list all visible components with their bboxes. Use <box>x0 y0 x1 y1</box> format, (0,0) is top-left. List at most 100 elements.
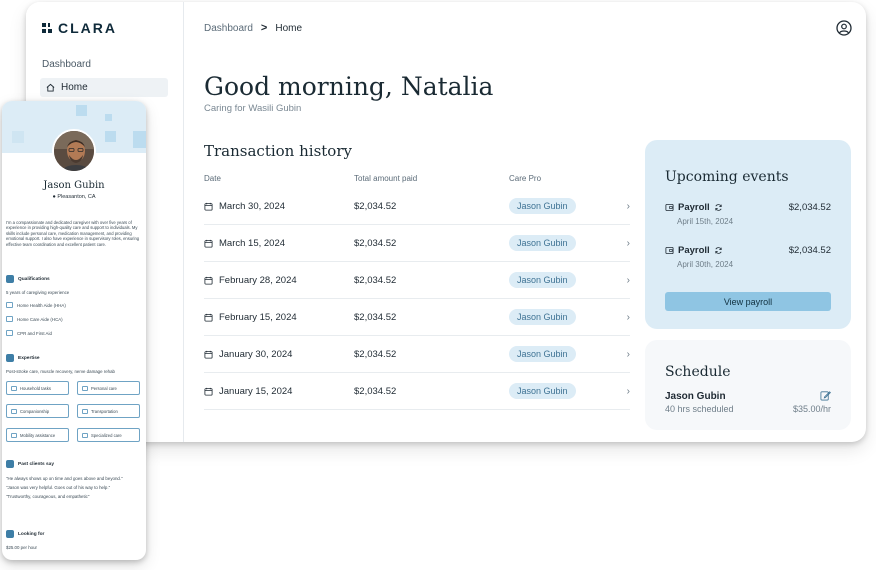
dashboard-window: CLARA Dashboard Home Dashboard > Home Go… <box>26 2 866 442</box>
schedule-rate: $35.00/hr <box>792 404 831 414</box>
cell-date: February 28, 2024 <box>204 275 354 286</box>
schedule-card: Schedule Jason Gubin 40 hrs scheduled $3… <box>645 340 851 430</box>
care-pro-profile-card: Jason Gubin ● Pleasanton, CA I'm a compa… <box>2 101 146 560</box>
cell-care-pro: Jason Gubin <box>509 309 619 325</box>
care-pro-pill[interactable]: Jason Gubin <box>509 272 576 288</box>
household-icon <box>11 385 17 391</box>
column-header-date: Date <box>204 174 221 183</box>
column-header-amount: Total amount paid <box>354 174 418 183</box>
table-row[interactable]: March 30, 2024 $2,034.52 Jason Gubin › <box>204 188 630 225</box>
cell-care-pro: Jason Gubin <box>509 272 619 288</box>
profile-bio: I'm a compassionate and dedicated caregi… <box>6 220 140 247</box>
chevron-right-icon[interactable]: › <box>619 275 630 286</box>
calendar-icon <box>204 202 213 211</box>
chevron-right-icon[interactable]: › <box>619 349 630 360</box>
chevron-right-icon[interactable]: › <box>619 201 630 212</box>
home-icon <box>46 83 55 92</box>
cell-amount: $2,034.52 <box>354 237 397 249</box>
banner-decoration <box>105 114 112 121</box>
qualification-item: CPR and First Aid <box>6 330 52 336</box>
cell-amount: $2,034.52 <box>354 385 397 397</box>
chevron-right-icon[interactable]: › <box>619 312 630 323</box>
banner-decoration <box>76 105 87 116</box>
cell-amount: $2,034.52 <box>354 311 397 323</box>
breadcrumb-current: Home <box>275 22 303 34</box>
event-name: Payroll <box>678 202 710 213</box>
user-circle-icon[interactable] <box>836 20 852 36</box>
cell-amount: $2,034.52 <box>354 274 397 286</box>
breadcrumb-parent[interactable]: Dashboard <box>204 23 253 34</box>
companionship-icon <box>11 408 17 414</box>
transaction-table: Date Total amount paid Care Pro March 30… <box>204 174 630 410</box>
event-date: April 15th, 2024 <box>677 217 734 226</box>
star-icon <box>6 460 14 468</box>
location-pin-icon: ● <box>52 194 56 200</box>
qualifications-heading: Qualifications <box>6 275 50 283</box>
event-item[interactable]: Payroll $2,034.52 April 15th, 2024 <box>665 202 831 226</box>
avatar <box>52 129 96 173</box>
brand-logo[interactable]: CLARA <box>42 20 117 36</box>
table-body: March 30, 2024 $2,034.52 Jason Gubin › March… <box>204 188 630 410</box>
home-icon <box>6 302 13 308</box>
testimonial-quote: "Jason was very helpful. Goes out of his… <box>6 485 111 490</box>
expertise-summary: Post-stroke care, muscle recovery, nerve… <box>6 369 115 374</box>
table-row[interactable]: March 15, 2024 $2,034.52 Jason Gubin › <box>204 225 630 262</box>
table-row[interactable]: February 28, 2024 $2,034.52 Jason Gubin › <box>204 262 630 299</box>
cell-care-pro: Jason Gubin <box>509 198 619 214</box>
event-amount: $2,034.52 <box>788 245 831 256</box>
event-name: Payroll <box>678 245 710 256</box>
transaction-history-title: Transaction history <box>204 142 352 160</box>
cell-date: January 15, 2024 <box>204 386 354 397</box>
schedule-hours: 40 hrs scheduled <box>665 404 734 414</box>
care-pro-pill[interactable]: Jason Gubin <box>509 383 576 399</box>
brand-name: CLARA <box>58 20 117 36</box>
care-pro-pill[interactable]: Jason Gubin <box>509 309 576 325</box>
expertise-chip: Household tasks <box>6 381 69 395</box>
cell-amount: $2,034.52 <box>354 348 397 360</box>
expertise-chip: Companionship <box>6 404 69 418</box>
looking-for-value: $25.00 per hour <box>6 545 38 550</box>
cell-care-pro: Jason Gubin <box>509 383 619 399</box>
first-aid-icon <box>6 330 13 336</box>
calendar-icon <box>204 313 213 322</box>
testimonial-quote: "He always shows up on time and goes abo… <box>6 476 123 481</box>
handshake-icon <box>6 530 14 538</box>
banner-decoration <box>133 131 146 148</box>
table-row[interactable]: January 15, 2024 $2,034.52 Jason Gubin › <box>204 373 630 410</box>
expertise-chip: Transportation <box>77 404 140 418</box>
event-item[interactable]: Payroll $2,034.52 April 30th, 2024 <box>665 245 831 269</box>
sidebar-item-label: Home <box>61 82 88 93</box>
schedule-title: Schedule <box>665 364 731 380</box>
edit-icon[interactable] <box>820 390 831 401</box>
expertise-chip: Specialized care <box>77 428 140 442</box>
expertise-chip: Mobility assistance <box>6 428 69 442</box>
chevron-right-icon[interactable]: › <box>619 238 630 249</box>
cell-date: February 15, 2024 <box>204 312 354 323</box>
sync-icon <box>715 204 722 211</box>
cell-date: March 30, 2024 <box>204 201 354 212</box>
sidebar-item-home[interactable]: Home <box>40 78 168 97</box>
upcoming-events-title: Upcoming events <box>665 169 789 185</box>
page-subtitle: Caring for Wasili Gubin <box>204 103 302 114</box>
qualifications-summary: 5 years of caregiving experience <box>6 290 70 295</box>
care-pro-pill[interactable]: Jason Gubin <box>509 235 576 251</box>
testimonial-quote: "Trustworthy, courageous, and empathetic… <box>6 494 90 499</box>
payroll-icon <box>665 203 674 212</box>
care-pro-pill[interactable]: Jason Gubin <box>509 346 576 362</box>
banner-decoration <box>12 131 24 143</box>
calendar-icon <box>204 239 213 248</box>
cell-date: March 15, 2024 <box>204 238 354 249</box>
calendar-icon <box>204 387 213 396</box>
page-title: Good morning, Natalia <box>204 72 494 101</box>
heart-icon <box>6 316 13 322</box>
view-payroll-button[interactable]: View payroll <box>665 292 831 311</box>
cell-date: January 30, 2024 <box>204 349 354 360</box>
care-pro-pill[interactable]: Jason Gubin <box>509 198 576 214</box>
personal-care-icon <box>82 385 88 391</box>
chevron-right-icon[interactable]: › <box>619 386 630 397</box>
sync-icon <box>715 247 722 254</box>
logo-icon <box>42 23 52 33</box>
table-row[interactable]: February 15, 2024 $2,034.52 Jason Gubin › <box>204 299 630 336</box>
qualification-item: Home Care Aide (HCA) <box>6 316 63 322</box>
table-row[interactable]: January 30, 2024 $2,034.52 Jason Gubin › <box>204 336 630 373</box>
